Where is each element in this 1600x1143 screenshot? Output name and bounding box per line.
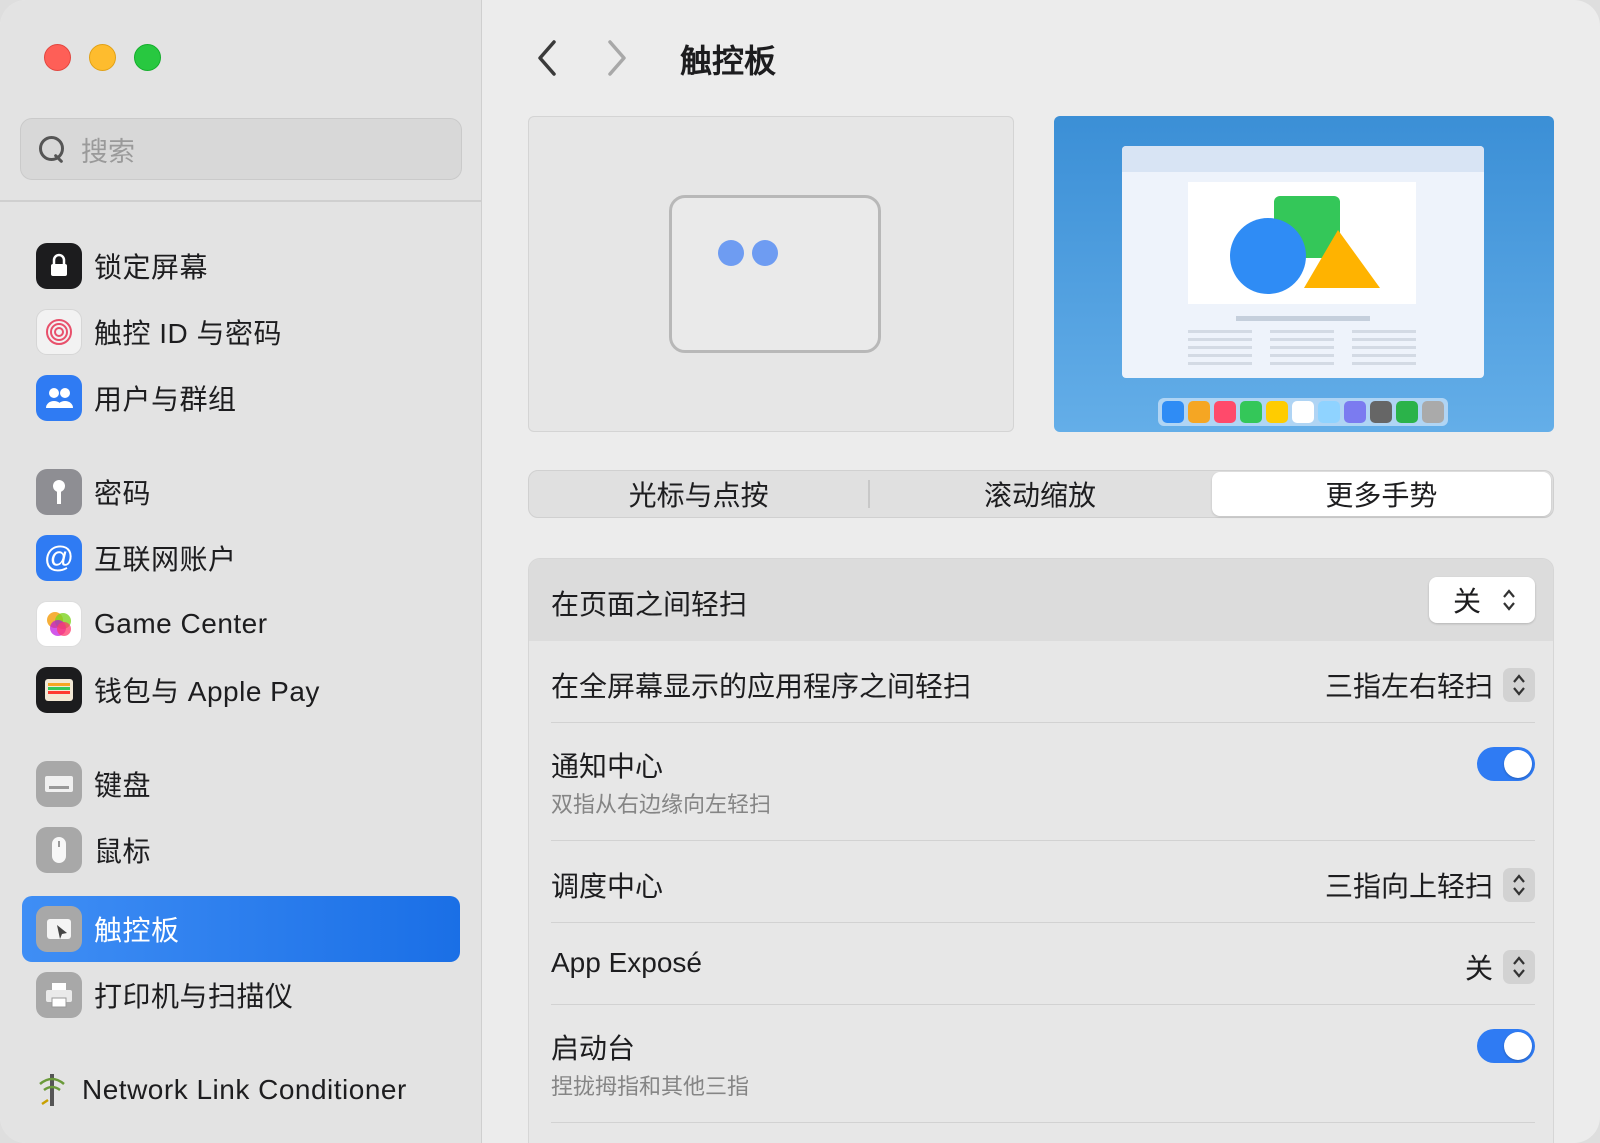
sidebar-item-lock-screen[interactable]: 锁定屏幕 — [22, 233, 460, 299]
settings-list: 在页面之间轻扫 关 在全屏幕显示的应用程序之间轻扫 三指左右轻扫 通知中心 双指… — [528, 558, 1554, 1143]
tab-bar: 光标与点按 滚动缩放 更多手势 — [528, 470, 1554, 518]
sidebar-item-label: 打印机与扫描仪 — [94, 981, 294, 1012]
setting-subtitle: 双指从右边缘向左轻扫 — [551, 792, 772, 817]
sidebar-item-label: 密码 — [94, 478, 152, 509]
setting-row-app-expose: App Exposé 关 — [529, 923, 1553, 1005]
game-center-icon — [36, 601, 82, 647]
sidebar-item-internet-accounts[interactable]: @ 互联网账户 — [22, 525, 460, 591]
close-button[interactable] — [44, 44, 71, 71]
search-placeholder: 搜索 — [81, 136, 135, 167]
swipe-between-pages-popup[interactable]: 关 — [1428, 577, 1535, 623]
row-divider — [551, 1122, 1535, 1123]
page-title: 触控板 — [680, 43, 777, 79]
lock-screen-icon — [36, 243, 82, 289]
window-controls — [44, 44, 161, 71]
chevron-up-down-icon — [1493, 583, 1525, 617]
preview-window-illustration — [1122, 146, 1484, 378]
minimize-button[interactable] — [89, 44, 116, 71]
sidebar-item-label: 用户与群组 — [94, 384, 237, 415]
forward-button[interactable] — [602, 38, 632, 78]
wallet-icon — [36, 667, 82, 713]
at-icon: @ — [36, 535, 82, 581]
key-icon — [36, 469, 82, 515]
setting-row-notification-center: 通知中心 双指从右边缘向左轻扫 — [529, 723, 1553, 841]
notification-center-toggle[interactable] — [1477, 747, 1535, 781]
sidebar-item-game-center[interactable]: Game Center — [22, 591, 460, 657]
setting-title: App Exposé — [551, 947, 702, 978]
sidebar: 搜索 锁定屏幕 触控 ID 与密码 用户与群组 密码 @ 互联网账户 Game … — [0, 0, 482, 1143]
launchpad-toggle[interactable] — [1477, 1029, 1535, 1063]
setting-subtitle: 捏拢拇指和其他三指 — [551, 1074, 750, 1099]
chevron-up-down-icon — [1503, 950, 1535, 984]
popup-value: 关 — [1464, 953, 1493, 984]
popup-value: 三指左右轻扫 — [1324, 671, 1493, 702]
trackpad-icon — [36, 906, 82, 952]
finger-dot — [752, 240, 778, 266]
setting-row-swipe-between-pages: 在页面之间轻扫 关 — [529, 559, 1553, 641]
sidebar-item-touch-id[interactable]: 触控 ID 与密码 — [22, 299, 460, 365]
sidebar-item-label: 鼠标 — [94, 836, 152, 867]
mouse-icon — [36, 827, 82, 873]
app-expose-popup[interactable]: 关 — [1465, 947, 1535, 987]
sidebar-item-network-link-conditioner[interactable]: Network Link Conditioner — [18, 1057, 456, 1123]
gesture-preview-trackpad — [528, 116, 1014, 432]
sidebar-item-label: 互联网账户 — [94, 544, 237, 575]
sidebar-item-label: 键盘 — [94, 770, 152, 801]
preview-canvas — [1188, 182, 1416, 304]
preview-dock — [1158, 398, 1448, 426]
tab-point-and-click[interactable]: 光标与点按 — [529, 472, 868, 516]
tab-more-gestures[interactable]: 更多手势 — [1211, 472, 1551, 516]
back-button[interactable] — [532, 38, 562, 78]
sidebar-item-wallet[interactable]: 钱包与 Apple Pay — [22, 657, 460, 723]
sidebar-divider — [0, 200, 482, 202]
sidebar-item-label: 触控板 — [94, 915, 180, 946]
chevron-up-down-icon — [1503, 668, 1535, 702]
setting-row-mission-control: 调度中心 三指向上轻扫 — [529, 841, 1553, 923]
sidebar-item-printers-scanners[interactable]: 打印机与扫描仪 — [22, 962, 460, 1028]
search-input[interactable]: 搜索 — [20, 118, 462, 180]
swipe-between-apps-popup[interactable]: 三指左右轻扫 — [1325, 665, 1535, 705]
setting-title: 通知中心 — [551, 751, 664, 782]
setting-title: 调度中心 — [551, 871, 664, 902]
finger-dot — [718, 240, 744, 266]
keyboard-icon — [36, 761, 82, 807]
preview-toolbar — [1122, 146, 1484, 172]
setting-row-launchpad: 启动台 捏拢拇指和其他三指 — [529, 1005, 1553, 1123]
sidebar-item-label: 锁定屏幕 — [94, 252, 209, 283]
settings-window: 搜索 锁定屏幕 触控 ID 与密码 用户与群组 密码 @ 互联网账户 Game … — [0, 0, 1600, 1143]
chevron-left-icon — [538, 40, 556, 76]
sidebar-item-mouse[interactable]: 鼠标 — [22, 817, 460, 883]
main-pane: 触控板 光标与点按 滚动缩放 更多手势 在页面之间轻扫 关 在全屏幕显示的应用程… — [482, 0, 1600, 1143]
sidebar-item-passwords[interactable]: 密码 — [22, 459, 460, 525]
mission-control-popup[interactable]: 三指向上轻扫 — [1325, 865, 1535, 905]
sidebar-item-label: Network Link Conditioner — [82, 1074, 407, 1105]
trackpad-illustration — [669, 195, 881, 353]
sidebar-item-users-groups[interactable]: 用户与群组 — [22, 365, 460, 431]
chevron-up-down-icon — [1503, 868, 1535, 902]
setting-title: 启动台 — [551, 1033, 636, 1064]
setting-title: 在全屏幕显示的应用程序之间轻扫 — [551, 671, 972, 702]
fingerprint-icon — [36, 309, 82, 355]
sidebar-item-keyboard[interactable]: 键盘 — [22, 751, 460, 817]
gesture-preview-screen — [1054, 116, 1554, 432]
popup-value: 关 — [1452, 586, 1481, 617]
network-link-conditioner-icon — [32, 1067, 72, 1113]
search-icon — [37, 134, 67, 164]
sidebar-item-label: 触控 ID 与密码 — [94, 318, 283, 349]
setting-title: 在页面之间轻扫 — [551, 589, 748, 620]
popup-value: 三指向上轻扫 — [1324, 871, 1493, 902]
sidebar-item-trackpad[interactable]: 触控板 — [22, 896, 460, 962]
tab-scroll-and-zoom[interactable]: 滚动缩放 — [870, 472, 1209, 516]
setting-row-swipe-between-fullscreen-apps: 在全屏幕显示的应用程序之间轻扫 三指左右轻扫 — [529, 641, 1553, 723]
sidebar-item-label: 钱包与 Apple Pay — [94, 676, 320, 707]
zoom-button[interactable] — [134, 44, 161, 71]
chevron-right-icon — [608, 40, 626, 76]
printer-icon — [36, 972, 82, 1018]
users-icon — [36, 375, 82, 421]
preview-text-lines — [1188, 316, 1416, 365]
sidebar-item-label: Game Center — [94, 608, 268, 639]
